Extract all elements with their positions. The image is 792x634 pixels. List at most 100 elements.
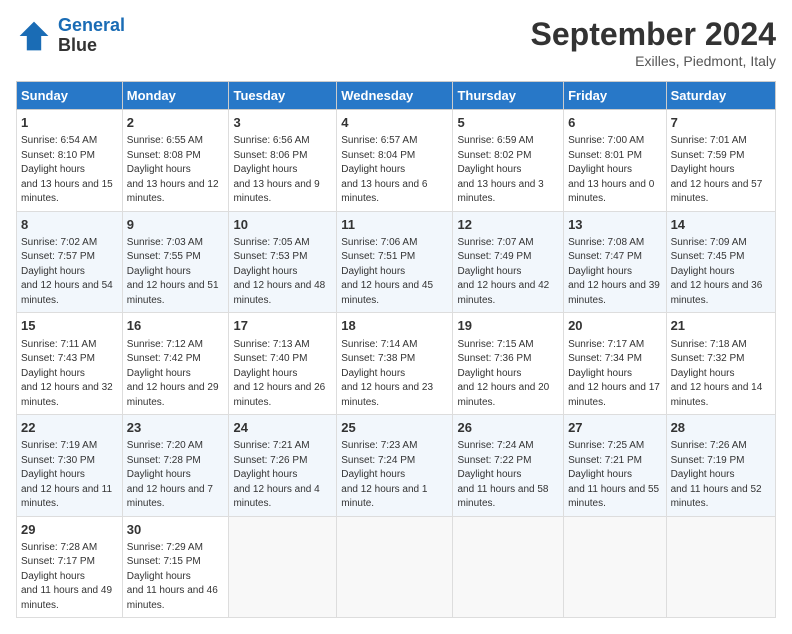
header-cell-friday: Friday bbox=[564, 82, 666, 110]
day-info: Sunrise: 7:29 AMSunset: 7:15 PMDaylight … bbox=[127, 541, 225, 614]
calendar-cell: 11 Sunrise: 7:06 AMSunset: 7:51 PMDayligh… bbox=[337, 211, 453, 313]
calendar-header: SundayMondayTuesdayWednesdayThursdayFrid… bbox=[17, 82, 776, 110]
day-info: Sunrise: 6:54 AMSunset: 8:10 PMDaylight … bbox=[21, 134, 118, 207]
day-info: Sunrise: 7:06 AMSunset: 7:51 PMDaylight … bbox=[341, 236, 448, 309]
day-number: 8 bbox=[21, 216, 118, 234]
calendar-cell: 1 Sunrise: 6:54 AMSunset: 8:10 PMDaylight… bbox=[17, 110, 123, 212]
calendar-cell: 2Sunrise: 6:55 AMSunset: 8:08 PMDaylight… bbox=[122, 110, 229, 212]
logo: General Blue bbox=[16, 16, 125, 56]
day-number: 9 bbox=[127, 216, 225, 234]
calendar-body: 1 Sunrise: 6:54 AMSunset: 8:10 PMDaylight… bbox=[17, 110, 776, 618]
location-subtitle: Exilles, Piedmont, Italy bbox=[531, 53, 776, 69]
day-info: Sunrise: 7:13 AMSunset: 7:40 PMDaylight … bbox=[233, 338, 332, 411]
calendar-cell: 7 Sunrise: 7:01 AMSunset: 7:59 PMDaylight… bbox=[666, 110, 775, 212]
day-info: Sunrise: 7:21 AMSunset: 7:26 PMDaylight … bbox=[233, 439, 332, 512]
header-cell-wednesday: Wednesday bbox=[337, 82, 453, 110]
day-info: Sunrise: 7:17 AMSunset: 7:34 PMDaylight … bbox=[568, 338, 661, 411]
calendar-cell bbox=[229, 516, 337, 618]
day-number: 1 bbox=[21, 114, 118, 132]
day-number: 7 bbox=[671, 114, 771, 132]
calendar-cell: 12 Sunrise: 7:07 AMSunset: 7:49 PMDayligh… bbox=[453, 211, 564, 313]
logo-line1: General bbox=[58, 15, 125, 35]
day-number: 18 bbox=[341, 317, 448, 335]
calendar-cell bbox=[666, 516, 775, 618]
calendar-cell: 13 Sunrise: 7:08 AMSunset: 7:47 PMDayligh… bbox=[564, 211, 666, 313]
day-number: 17 bbox=[233, 317, 332, 335]
day-number: 14 bbox=[671, 216, 771, 234]
calendar-cell bbox=[337, 516, 453, 618]
calendar-cell: 24 Sunrise: 7:21 AMSunset: 7:26 PMDayligh… bbox=[229, 415, 337, 517]
calendar-cell bbox=[453, 516, 564, 618]
day-info: Sunrise: 7:05 AMSunset: 7:53 PMDaylight … bbox=[233, 236, 332, 309]
day-info: Sunrise: 7:01 AMSunset: 7:59 PMDaylight … bbox=[671, 134, 771, 207]
day-number: 20 bbox=[568, 317, 661, 335]
day-info: Sunrise: 7:18 AMSunset: 7:32 PMDaylight … bbox=[671, 338, 771, 411]
day-info: Sunrise: 6:59 AMSunset: 8:02 PMDaylight … bbox=[457, 134, 559, 207]
calendar-cell: 19 Sunrise: 7:15 AMSunset: 7:36 PMDayligh… bbox=[453, 313, 564, 415]
calendar-cell: 29Sunrise: 7:28 AMSunset: 7:17 PMDayligh… bbox=[17, 516, 123, 618]
day-number: 16 bbox=[127, 317, 225, 335]
day-number: 24 bbox=[233, 419, 332, 437]
calendar-cell: 18 Sunrise: 7:14 AMSunset: 7:38 PMDayligh… bbox=[337, 313, 453, 415]
calendar-cell: 23 Sunrise: 7:20 AMSunset: 7:28 PMDayligh… bbox=[122, 415, 229, 517]
day-info: Sunrise: 7:11 AMSunset: 7:43 PMDaylight … bbox=[21, 338, 118, 411]
month-title: September 2024 bbox=[531, 16, 776, 53]
calendar-cell bbox=[564, 516, 666, 618]
calendar-week-1: 1 Sunrise: 6:54 AMSunset: 8:10 PMDaylight… bbox=[17, 110, 776, 212]
day-number: 30 bbox=[127, 521, 225, 539]
day-info: Sunrise: 7:08 AMSunset: 7:47 PMDaylight … bbox=[568, 236, 661, 309]
calendar-cell: 6Sunrise: 7:00 AMSunset: 8:01 PMDaylight… bbox=[564, 110, 666, 212]
calendar-cell: 5 Sunrise: 6:59 AMSunset: 8:02 PMDaylight… bbox=[453, 110, 564, 212]
header-cell-tuesday: Tuesday bbox=[229, 82, 337, 110]
day-number: 15 bbox=[21, 317, 118, 335]
logo-icon bbox=[16, 18, 52, 54]
calendar-week-5: 29Sunrise: 7:28 AMSunset: 7:17 PMDayligh… bbox=[17, 516, 776, 618]
day-info: Sunrise: 7:15 AMSunset: 7:36 PMDaylight … bbox=[457, 338, 559, 411]
day-number: 11 bbox=[341, 216, 448, 234]
day-number: 6 bbox=[568, 114, 661, 132]
day-info: Sunrise: 7:09 AMSunset: 7:45 PMDaylight … bbox=[671, 236, 771, 309]
day-info: Sunrise: 7:20 AMSunset: 7:28 PMDaylight … bbox=[127, 439, 225, 512]
calendar-cell: 3Sunrise: 6:56 AMSunset: 8:06 PMDaylight… bbox=[229, 110, 337, 212]
day-number: 27 bbox=[568, 419, 661, 437]
calendar-cell: 28 Sunrise: 7:26 AMSunset: 7:19 PMDayligh… bbox=[666, 415, 775, 517]
calendar-cell: 14 Sunrise: 7:09 AMSunset: 7:45 PMDayligh… bbox=[666, 211, 775, 313]
day-info: Sunrise: 6:57 AMSunset: 8:04 PMDaylight … bbox=[341, 134, 448, 207]
calendar-cell: 8 Sunrise: 7:02 AMSunset: 7:57 PMDaylight… bbox=[17, 211, 123, 313]
day-info: Sunrise: 7:26 AMSunset: 7:19 PMDaylight … bbox=[671, 439, 771, 512]
day-number: 10 bbox=[233, 216, 332, 234]
day-info: Sunrise: 7:24 AMSunset: 7:22 PMDaylight … bbox=[457, 439, 559, 512]
header-cell-sunday: Sunday bbox=[17, 82, 123, 110]
day-number: 22 bbox=[21, 419, 118, 437]
calendar-cell: 21 Sunrise: 7:18 AMSunset: 7:32 PMDayligh… bbox=[666, 313, 775, 415]
day-number: 19 bbox=[457, 317, 559, 335]
day-info: Sunrise: 7:07 AMSunset: 7:49 PMDaylight … bbox=[457, 236, 559, 309]
day-number: 4 bbox=[341, 114, 448, 132]
day-info: Sunrise: 7:25 AMSunset: 7:21 PMDaylight … bbox=[568, 439, 661, 512]
day-number: 26 bbox=[457, 419, 559, 437]
calendar-week-4: 22Sunrise: 7:19 AMSunset: 7:30 PMDayligh… bbox=[17, 415, 776, 517]
calendar-cell: 27 Sunrise: 7:25 AMSunset: 7:21 PMDayligh… bbox=[564, 415, 666, 517]
header-cell-monday: Monday bbox=[122, 82, 229, 110]
day-info: Sunrise: 7:02 AMSunset: 7:57 PMDaylight … bbox=[21, 236, 118, 309]
calendar-cell: 20 Sunrise: 7:17 AMSunset: 7:34 PMDayligh… bbox=[564, 313, 666, 415]
day-info: Sunrise: 7:23 AMSunset: 7:24 PMDaylight … bbox=[341, 439, 448, 512]
day-number: 12 bbox=[457, 216, 559, 234]
day-number: 29 bbox=[21, 521, 118, 539]
calendar-cell: 25Sunrise: 7:23 AMSunset: 7:24 PMDayligh… bbox=[337, 415, 453, 517]
calendar-cell: 17 Sunrise: 7:13 AMSunset: 7:40 PMDayligh… bbox=[229, 313, 337, 415]
day-info: Sunrise: 7:14 AMSunset: 7:38 PMDaylight … bbox=[341, 338, 448, 411]
calendar-cell: 26 Sunrise: 7:24 AMSunset: 7:22 PMDayligh… bbox=[453, 415, 564, 517]
calendar-cell: 16Sunrise: 7:12 AMSunset: 7:42 PMDayligh… bbox=[122, 313, 229, 415]
header-cell-saturday: Saturday bbox=[666, 82, 775, 110]
calendar-table: SundayMondayTuesdayWednesdayThursdayFrid… bbox=[16, 81, 776, 618]
day-number: 28 bbox=[671, 419, 771, 437]
header-cell-thursday: Thursday bbox=[453, 82, 564, 110]
day-info: Sunrise: 6:56 AMSunset: 8:06 PMDaylight … bbox=[233, 134, 332, 207]
title-block: September 2024 Exilles, Piedmont, Italy bbox=[531, 16, 776, 69]
day-number: 5 bbox=[457, 114, 559, 132]
day-number: 23 bbox=[127, 419, 225, 437]
calendar-cell: 15 Sunrise: 7:11 AMSunset: 7:43 PMDayligh… bbox=[17, 313, 123, 415]
day-number: 21 bbox=[671, 317, 771, 335]
day-number: 13 bbox=[568, 216, 661, 234]
